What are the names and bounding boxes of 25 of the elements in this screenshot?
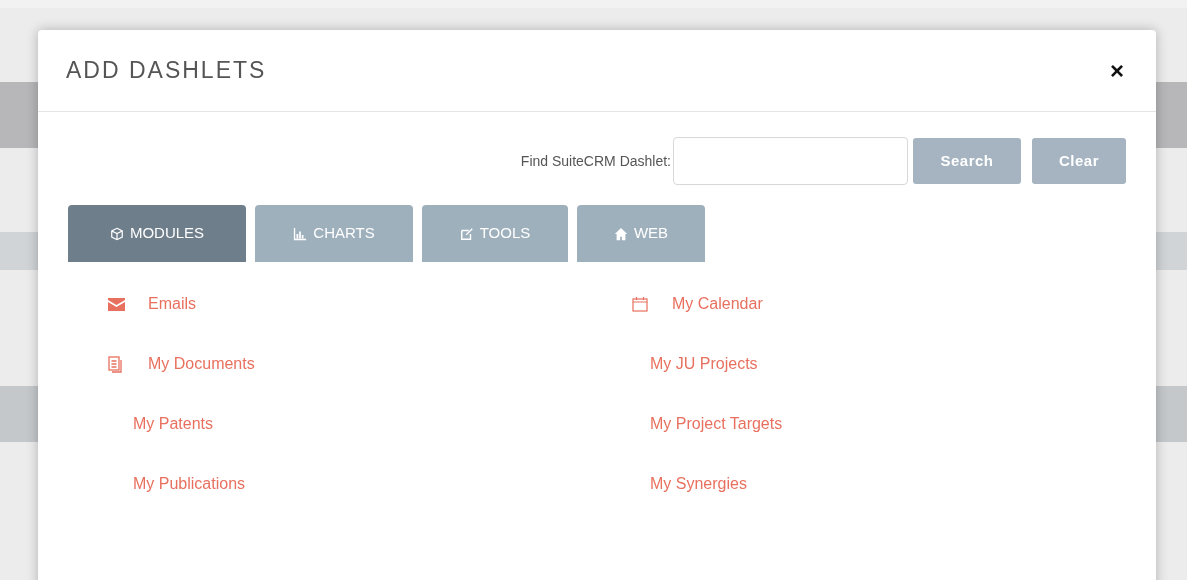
search-label: Find SuiteCRM Dashlet: — [520, 151, 671, 171]
tab[interactable]: MODULES — [68, 205, 246, 262]
close-button[interactable]: × — [1110, 58, 1124, 83]
bar-chart-icon — [293, 226, 308, 241]
edit-icon — [459, 226, 474, 241]
dashlet-link[interactable]: My Publications — [133, 472, 246, 496]
dashlet-link[interactable]: My Documents — [148, 352, 255, 376]
dialog-title: ADD DASHLETS — [66, 56, 267, 86]
document-icon — [108, 355, 122, 373]
cube-icon — [109, 226, 124, 241]
home-icon — [613, 226, 628, 241]
dashlet-link[interactable]: My JU Projects — [650, 352, 758, 376]
dashlet-link[interactable]: My Patents — [133, 412, 214, 436]
envelope-icon — [108, 297, 125, 311]
dashlet-link[interactable]: My Synergies — [650, 472, 747, 496]
tab[interactable]: WEB — [577, 205, 705, 262]
search-field[interactable] — [673, 137, 908, 185]
dashlet-link[interactable]: Emails — [148, 292, 196, 316]
clear-button[interactable]: Clear — [1032, 138, 1126, 184]
tab[interactable]: CHARTS — [255, 205, 413, 262]
calendar-icon — [632, 296, 648, 312]
search-button[interactable]: Search — [913, 138, 1021, 184]
dashlet-link[interactable]: My Project Targets — [650, 412, 783, 436]
dashlet-link[interactable]: My Calendar — [672, 292, 763, 316]
tab[interactable]: TOOLS — [422, 205, 568, 262]
